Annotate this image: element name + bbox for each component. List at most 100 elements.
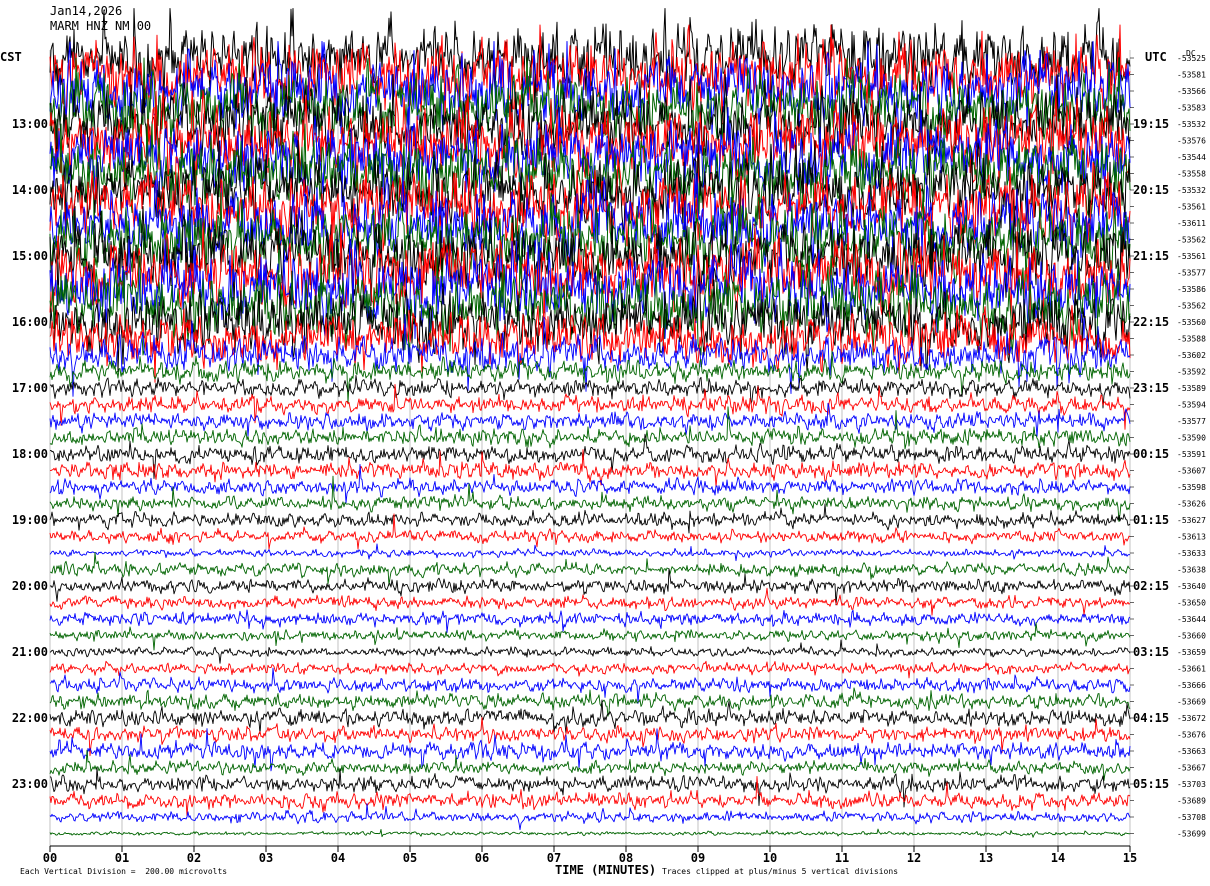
seismic-trace <box>49 587 1131 616</box>
dc-offset-label: -53544 <box>1177 153 1206 162</box>
x-axis-title: TIME (MINUTES) <box>555 863 657 877</box>
dc-offset-label: -53586 <box>1177 285 1206 294</box>
seismic-trace <box>49 475 1131 523</box>
local-hour-label: 22:00 <box>12 711 48 725</box>
seismic-trace <box>49 660 1131 679</box>
dc-offset-label: -53650 <box>1177 599 1206 608</box>
utc-hour-label: 21:15 <box>1133 249 1169 263</box>
dc-offset-label: -53633 <box>1177 549 1206 558</box>
x-tick-label: 00 <box>43 851 57 865</box>
x-tick-label: 13 <box>979 851 993 865</box>
dc-offset-label: -53667 <box>1177 764 1206 773</box>
dc-offset-label: -53562 <box>1177 302 1206 311</box>
local-hour-label: 15:00 <box>12 249 48 263</box>
local-hour-label: 14:00 <box>12 183 48 197</box>
plot-date: Jan14,2026 <box>50 4 123 18</box>
utc-hour-label: 19:15 <box>1133 117 1169 131</box>
dc-offset-label: -53576 <box>1177 137 1206 146</box>
dc-offset-label: -53561 <box>1177 203 1206 212</box>
dc-offset-label: -53588 <box>1177 335 1206 344</box>
seismic-trace <box>49 828 1131 838</box>
dc-offset-label: -53590 <box>1177 434 1206 443</box>
local-hour-label: 20:00 <box>12 579 48 593</box>
x-tick-label: 02 <box>187 851 201 865</box>
station-id: MARM HNZ NM 00 <box>50 19 152 33</box>
x-tick-label: 10 <box>763 851 777 865</box>
local-hour-label: 23:00 <box>12 777 48 791</box>
dc-offset-label: -53561 <box>1177 252 1206 261</box>
dc-offset-label: -53566 <box>1177 87 1206 96</box>
seismic-traces <box>49 8 1131 838</box>
seismic-trace <box>49 667 1131 704</box>
left-timezone-label: CST <box>0 50 22 64</box>
dc-offset-label: -53644 <box>1177 615 1206 624</box>
seismic-trace <box>49 543 1131 562</box>
dc-offset-label: -53607 <box>1177 467 1206 476</box>
dc-offset-label: -53577 <box>1177 417 1206 426</box>
utc-hour-label: 01:15 <box>1133 513 1169 527</box>
seismic-trace <box>49 383 1131 430</box>
x-tick-label: 06 <box>475 851 489 865</box>
dc-offset-label: -53638 <box>1177 566 1206 575</box>
local-hour-label: 21:00 <box>12 645 48 659</box>
x-tick-label: 11 <box>835 851 849 865</box>
seismic-trace <box>49 609 1131 634</box>
utc-hour-label: 02:15 <box>1133 579 1169 593</box>
local-hour-label: 18:00 <box>12 447 48 461</box>
utc-hour-label: 20:15 <box>1133 183 1169 197</box>
seismic-trace <box>49 402 1131 437</box>
dc-offset-label: -53689 <box>1177 797 1206 806</box>
dc-offset-label: -53640 <box>1177 582 1206 591</box>
x-tick-label: 12 <box>907 851 921 865</box>
dc-offset-label: -53660 <box>1177 632 1206 641</box>
local-hour-label: 16:00 <box>12 315 48 329</box>
dc-offset-label: -53583 <box>1177 104 1206 113</box>
dc-offset-label: -53659 <box>1177 648 1206 657</box>
seismic-trace <box>49 622 1131 651</box>
dc-offset-label: -53560 <box>1177 318 1206 327</box>
dc-offset-label: -53663 <box>1177 747 1206 756</box>
utc-hour-label: 00:15 <box>1133 447 1169 461</box>
dc-offset-label: -53699 <box>1177 830 1206 839</box>
dc-offset-label: -53592 <box>1177 368 1206 377</box>
dc-offset-label: -53532 <box>1177 186 1206 195</box>
dc-offset-label: -53562 <box>1177 236 1206 245</box>
dc-offset-label: -53669 <box>1177 698 1206 707</box>
dc-offset-label: -53591 <box>1177 450 1206 459</box>
dc-offset-label: -53589 <box>1177 384 1206 393</box>
seismic-trace <box>49 464 1131 504</box>
x-tick-label: 15 <box>1123 851 1137 865</box>
dc-offset-label: -53532 <box>1177 120 1206 129</box>
utc-hour-label: 04:15 <box>1133 711 1169 725</box>
seismic-trace <box>49 775 1131 816</box>
seismic-trace <box>49 639 1131 664</box>
dc-offset-label: -53602 <box>1177 351 1206 360</box>
dc-offset-label: -53577 <box>1177 269 1206 278</box>
utc-hour-label: 22:15 <box>1133 315 1169 329</box>
x-tick-label: 03 <box>259 851 273 865</box>
local-hour-label: 13:00 <box>12 117 48 131</box>
dc-offset-label: -53598 <box>1177 483 1206 492</box>
dc-offset-label: -53703 <box>1177 780 1206 789</box>
x-tick-label: 05 <box>403 851 417 865</box>
utc-hour-label: 23:15 <box>1133 381 1169 395</box>
dc-offset-label: -53594 <box>1177 401 1206 410</box>
dc-offset-label: -53661 <box>1177 665 1206 674</box>
seismic-trace <box>50 551 1131 586</box>
clip-note: Traces clipped at plus/minus 5 vertical … <box>662 867 899 876</box>
dc-offset-label: -53627 <box>1177 516 1206 525</box>
dc-offset-label: -53708 <box>1177 813 1206 822</box>
dc-offset-label: -53672 <box>1177 714 1206 723</box>
local-hour-label: 17:00 <box>12 381 48 395</box>
dc-offset-label: -53558 <box>1177 170 1206 179</box>
dc-offset-label: -53581 <box>1177 71 1206 80</box>
x-tick-label: 09 <box>691 851 705 865</box>
dc-offset-label: -53626 <box>1177 500 1206 509</box>
seismic-trace <box>49 449 1131 488</box>
x-tick-label: 14 <box>1051 851 1065 865</box>
helicorder-plot: 00 01 02 03 04 05 06 07 08 09 10 11 12 13 14 15-53525-5… <box>12 8 1206 865</box>
seismic-trace <box>49 728 1131 772</box>
x-tick-label: 01 <box>115 851 129 865</box>
seismic-trace <box>49 803 1131 831</box>
right-timezone-label: UTC <box>1145 50 1167 64</box>
